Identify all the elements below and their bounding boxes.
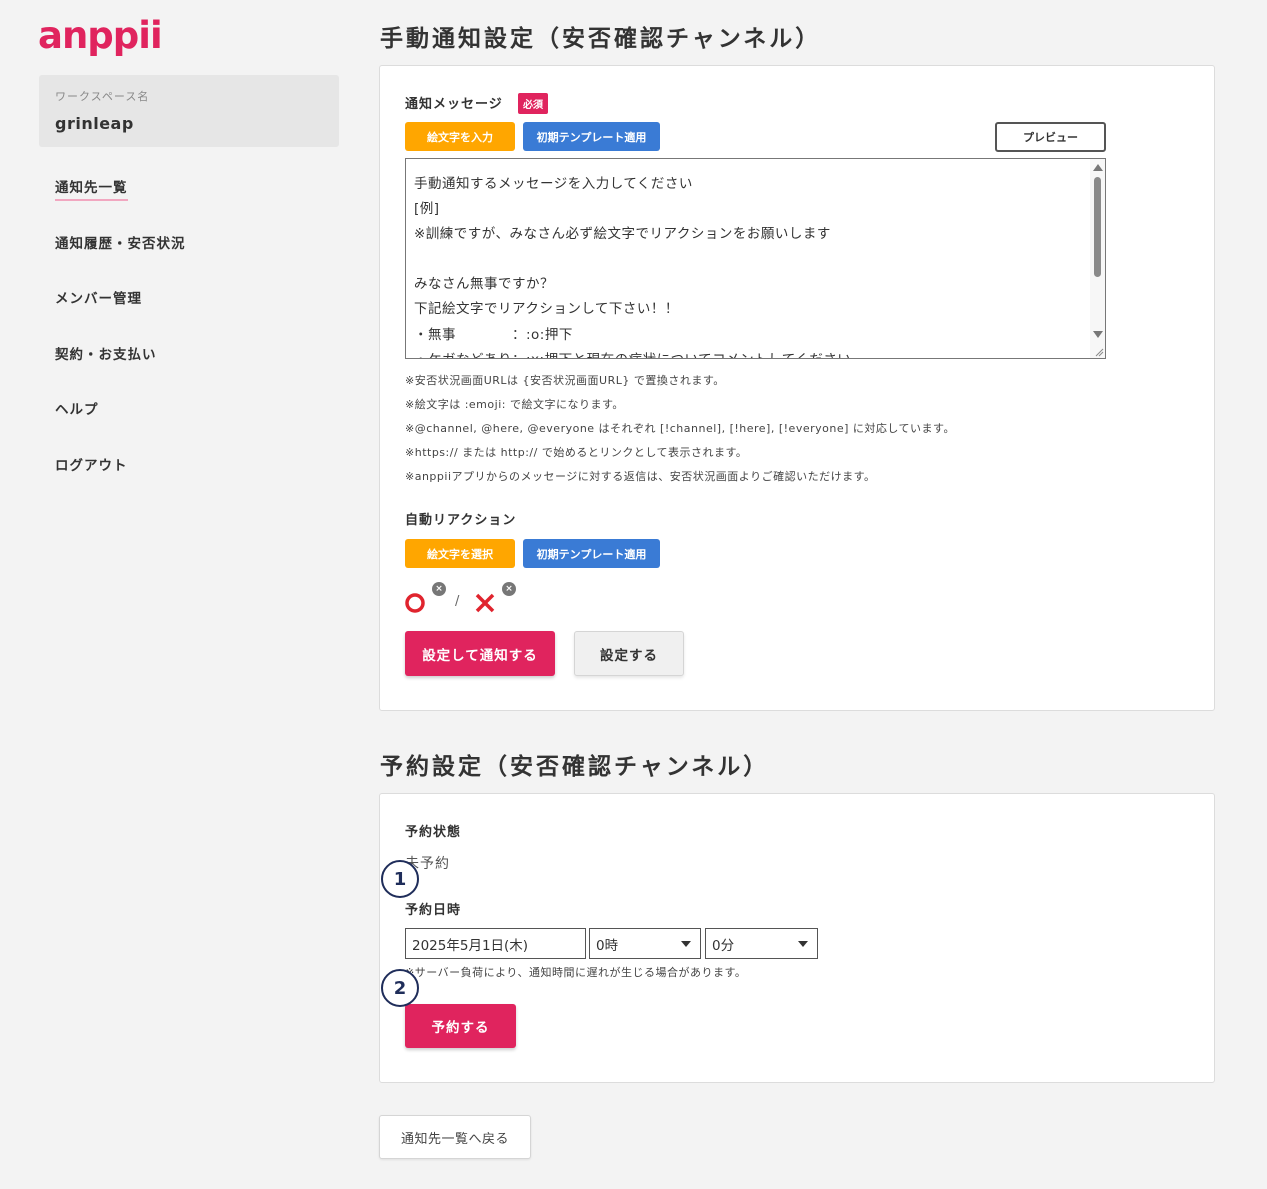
- workspace-label: ワークスペース名: [55, 90, 150, 103]
- chevron-down-icon: [798, 941, 808, 947]
- workspace-box: ワークスペース名 grinleap: [39, 75, 339, 147]
- schedule-datetime-label: 予約日時: [405, 903, 462, 918]
- workspace-name: grinleap: [55, 114, 134, 133]
- sidebar-item-notification-targets[interactable]: 通知先一覧: [55, 176, 128, 201]
- step-marker-1: 1: [381, 860, 419, 898]
- message-line: ・ケガなどあり：:x:押下と現在の症状についてコメントしてください: [414, 348, 851, 358]
- message-label: 通知メッセージ: [405, 97, 503, 112]
- remove-reaction-o-icon[interactable]: ×: [432, 582, 446, 596]
- cross-x-icon: [475, 593, 495, 613]
- note-line: ※anppiiアプリからのメッセージに対する返信は、安否状況画面よりご確認いただ…: [405, 470, 876, 483]
- back-to-list-button[interactable]: 通知先一覧へ戻る: [379, 1115, 531, 1159]
- schedule-note: ※サーバー負荷により、通知時間に遅れが生じる場合があります。: [405, 966, 747, 979]
- note-line: ※安否状況画面URLは {安否状況画面URL} で置換されます。: [405, 374, 725, 387]
- template-apply-button-2[interactable]: 初期テンプレート適用: [523, 539, 660, 568]
- textarea-scrollbar[interactable]: [1090, 159, 1105, 358]
- scroll-up-icon[interactable]: [1093, 164, 1103, 171]
- reserve-button[interactable]: 予約する: [405, 1004, 516, 1048]
- emoji-select-button[interactable]: 絵文字を選択: [405, 539, 515, 568]
- sidebar-item-logout[interactable]: ログアウト: [55, 454, 128, 474]
- set-button[interactable]: 設定する: [574, 631, 684, 676]
- message-line: [例]: [414, 201, 440, 217]
- scroll-down-icon[interactable]: [1093, 331, 1103, 338]
- message-line: 下記絵文字でリアクションして下さい！！: [414, 301, 679, 317]
- schedule-section-title: 予約設定（安否確認チャンネル）: [380, 754, 770, 780]
- minute-select[interactable]: 0分: [705, 928, 818, 959]
- sidebar-item-history[interactable]: 通知履歴・安否状況: [55, 232, 186, 252]
- preview-button[interactable]: プレビュー: [995, 122, 1106, 152]
- note-line: ※@channel, @here, @everyone はそれぞれ [!chan…: [405, 422, 955, 435]
- emoji-input-button[interactable]: 絵文字を入力: [405, 122, 515, 151]
- manual-section-title: 手動通知設定（安否確認チャンネル）: [380, 26, 822, 52]
- minute-value: 0分: [712, 937, 735, 954]
- set-and-notify-button[interactable]: 設定して通知する: [405, 631, 555, 676]
- auto-reaction-label: 自動リアクション: [405, 513, 517, 528]
- message-line: 手動通知するメッセージを入力してください: [414, 176, 693, 192]
- message-textarea[interactable]: 手動通知するメッセージを入力してください [例] ※訓練ですが、みなさん必ず絵文…: [405, 158, 1106, 359]
- step-marker-2: 2: [381, 969, 419, 1007]
- schedule-settings-card: 予約状態 未予約 予約日時 2025年5月1日(木) 0時 0分 ※サーバー負荷…: [379, 793, 1215, 1083]
- schedule-status-label: 予約状態: [405, 825, 462, 840]
- manual-settings-card: 通知メッセージ 必須 絵文字を入力 初期テンプレート適用 プレビュー 手動通知す…: [379, 65, 1215, 711]
- message-line: ・無事 ：:o:押下: [414, 327, 573, 343]
- template-apply-button[interactable]: 初期テンプレート適用: [523, 122, 660, 151]
- hour-value: 0時: [596, 937, 619, 954]
- sidebar-item-help[interactable]: ヘルプ: [55, 398, 99, 418]
- message-line: みなさん無事ですか？: [414, 276, 554, 292]
- date-field[interactable]: 2025年5月1日(木): [405, 928, 586, 959]
- note-line: ※https:// または http:// で始めるとリンクとして表示されます。: [405, 446, 748, 459]
- sidebar-item-billing[interactable]: 契約・お支払い: [55, 343, 157, 363]
- circle-o-icon: [405, 593, 425, 613]
- sidebar-item-members[interactable]: メンバー管理: [55, 287, 142, 307]
- resize-handle-icon[interactable]: [1094, 347, 1104, 357]
- remove-reaction-x-icon[interactable]: ×: [502, 582, 516, 596]
- date-value: 2025年5月1日(木): [412, 937, 529, 954]
- required-badge: 必須: [518, 93, 548, 114]
- chevron-down-icon: [681, 941, 691, 947]
- scroll-thumb[interactable]: [1094, 177, 1101, 277]
- reaction-separator: /: [455, 594, 460, 609]
- note-line: ※絵文字は :emoji: で絵文字になります。: [405, 398, 624, 411]
- app-logo[interactable]: anppii: [38, 14, 163, 57]
- message-line: ※訓練ですが、みなさん必ず絵文字でリアクションをお願いします: [414, 226, 831, 242]
- hour-select[interactable]: 0時: [589, 928, 701, 959]
